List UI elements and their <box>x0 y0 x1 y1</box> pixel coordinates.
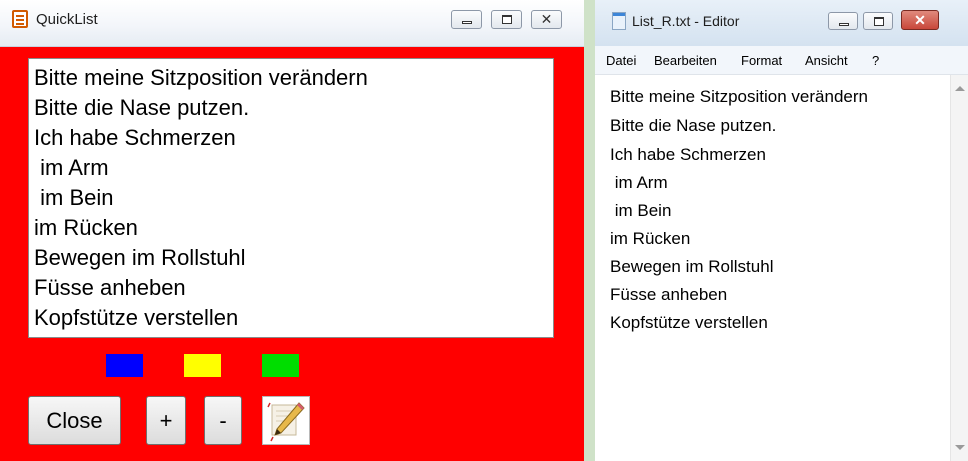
list-item[interactable]: Bewegen im Rollstuhl <box>34 245 246 271</box>
scroll-down-icon[interactable] <box>955 445 965 450</box>
list-item[interactable]: Füsse anheben <box>34 275 186 301</box>
close-icon: ✕ <box>914 12 926 28</box>
menu-datei[interactable]: Datei <box>606 53 636 68</box>
close-window-button[interactable]: ✕ <box>531 10 562 29</box>
pencil-edit-icon <box>267 402 305 442</box>
text-line: Ich habe Schmerzen <box>610 145 766 164</box>
menu-format[interactable]: Format <box>741 53 782 68</box>
menu-bearbeiten[interactable]: Bearbeiten <box>654 53 717 68</box>
text-line: Bewegen im Rollstuhl <box>610 257 774 276</box>
list-item[interactable]: Ich habe Schmerzen <box>34 125 236 151</box>
quicklist-window: QuickList ✕ Bitte meine Sitzposition ver… <box>0 0 584 461</box>
maximize-button[interactable] <box>491 10 522 29</box>
text-line: im Rücken <box>610 229 691 248</box>
maximize-icon <box>874 17 884 26</box>
menu-bar: Datei Bearbeiten Format Ansicht ? <box>595 46 968 75</box>
close-icon: ✕ <box>540 11 553 27</box>
editor-title: List_R.txt - Editor <box>632 13 740 29</box>
text-line: Bitte die Nase putzen. <box>610 116 777 135</box>
yellow-swatch[interactable] <box>184 354 221 377</box>
vertical-scrollbar[interactable] <box>950 75 968 461</box>
maximize-button[interactable] <box>863 12 893 30</box>
desktop-gap <box>584 0 595 461</box>
green-swatch[interactable] <box>262 354 299 377</box>
list-item[interactable]: Kopfstütze verstellen <box>34 305 238 331</box>
editor-window: List_R.txt - Editor ✕ Datei Bearbeiten F… <box>595 0 968 461</box>
list-item[interactable]: Bitte meine Sitzposition verändern <box>34 65 368 91</box>
close-button[interactable]: Close <box>28 396 121 445</box>
minimize-icon <box>462 21 472 24</box>
notepad-icon <box>612 12 626 30</box>
list-item[interactable]: im Arm <box>34 155 108 181</box>
menu-ansicht[interactable]: Ansicht <box>805 53 848 68</box>
list-item[interactable]: Bitte die Nase putzen. <box>34 95 249 121</box>
quicklist-titlebar[interactable]: QuickList ✕ <box>0 0 584 47</box>
scroll-up-icon[interactable] <box>955 86 965 91</box>
close-window-button[interactable]: ✕ <box>901 10 939 30</box>
increase-button[interactable]: + <box>146 396 186 445</box>
window-title: QuickList <box>36 11 98 28</box>
phrase-list[interactable]: Bitte meine Sitzposition verändern Bitte… <box>28 58 554 338</box>
text-line: im Arm <box>610 173 668 192</box>
text-line: Bitte meine Sitzposition verändern <box>610 87 868 106</box>
list-item[interactable]: im Bein <box>34 185 113 211</box>
text-area[interactable]: Bitte meine Sitzposition verändern Bitte… <box>595 75 968 461</box>
editor-titlebar[interactable]: List_R.txt - Editor ✕ <box>595 0 968 46</box>
menu-help[interactable]: ? <box>872 53 879 68</box>
text-line: im Bein <box>610 201 672 220</box>
text-line: Füsse anheben <box>610 285 728 304</box>
edit-button[interactable] <box>262 396 310 445</box>
minimize-button[interactable] <box>451 10 482 29</box>
list-app-icon <box>12 10 28 28</box>
minimize-button[interactable] <box>828 12 858 30</box>
list-item[interactable]: im Rücken <box>34 215 138 241</box>
text-line: Kopfstütze verstellen <box>610 313 768 332</box>
minimize-icon <box>839 23 849 26</box>
maximize-icon <box>502 15 512 24</box>
decrease-button[interactable]: - <box>204 396 242 445</box>
blue-swatch[interactable] <box>106 354 143 377</box>
